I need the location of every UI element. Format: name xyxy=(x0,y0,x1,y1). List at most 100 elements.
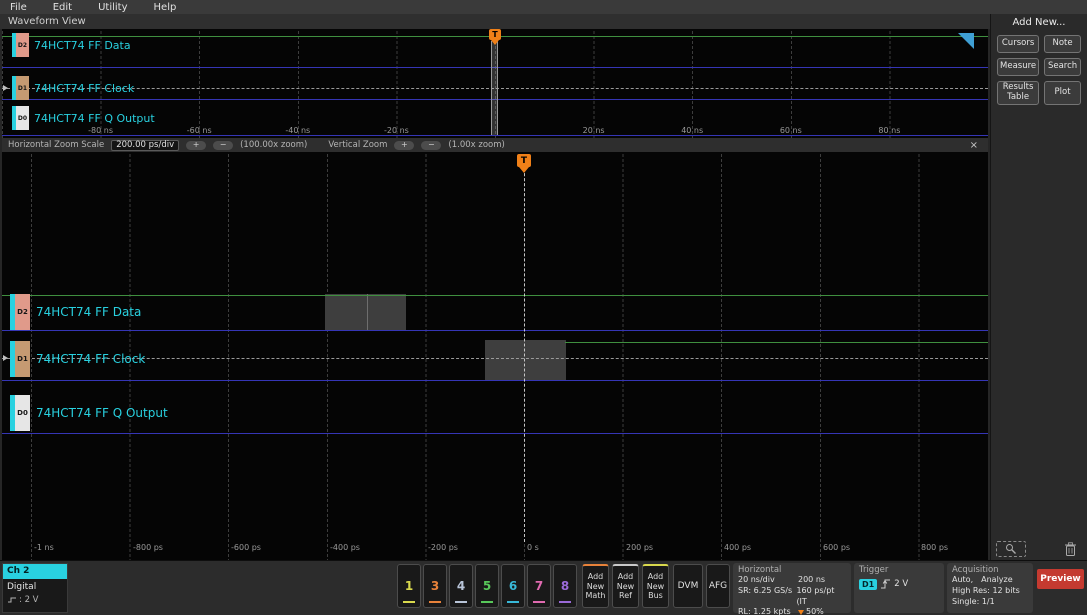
time-tick-label: -80 ns xyxy=(88,126,114,135)
channel-label: 74HCT74 FF Data xyxy=(34,38,131,52)
add-new-math-button[interactable]: Add New Math xyxy=(582,564,609,608)
search-button[interactable]: Search xyxy=(1044,58,1081,76)
time-tick-label: 800 ps xyxy=(921,543,949,552)
note-button[interactable]: Note xyxy=(1044,35,1081,53)
trigger-marker-icon[interactable]: T xyxy=(517,154,531,167)
zoom-toolbar: Horizontal Zoom Scale 200.00 ps/div + − … xyxy=(2,138,988,152)
corner-zoom-icon[interactable] xyxy=(958,33,974,49)
sample-rate: SR: 6.25 GS/s xyxy=(738,585,793,595)
channel-color-bar xyxy=(481,601,493,603)
channel-label-group-d0[interactable]: D0 74HCT74 FF Q Output xyxy=(12,106,155,130)
time-tick-label: -1 ns xyxy=(34,543,54,552)
menu-item-edit[interactable]: Edit xyxy=(53,2,72,13)
channel-chip-d0: D0 xyxy=(16,106,29,130)
acquisition-panel[interactable]: Acquisition Auto, Analyze High Res: 12 b… xyxy=(947,563,1033,613)
channel-button-label: 1 xyxy=(404,579,414,593)
trigger-panel[interactable]: Trigger D1 2 V xyxy=(854,563,944,613)
zoom-mode-button[interactable] xyxy=(996,541,1026,557)
channel-button-6[interactable]: 6 xyxy=(501,564,525,608)
trigger-marker-icon[interactable]: T xyxy=(489,29,501,40)
measure-button[interactable]: Measure xyxy=(997,58,1040,76)
trigger-source-chip: D1 xyxy=(859,578,878,590)
horizontal-panel[interactable]: Horizontal 20 ns/div 200 ns SR: 6.25 GS/… xyxy=(733,563,851,615)
vertical-zoom-label: Vertical Zoom xyxy=(328,140,388,150)
plot-button[interactable]: Plot xyxy=(1044,81,1081,105)
menu-item-file[interactable]: File xyxy=(10,2,27,13)
channel-chip-d2: D2 xyxy=(15,294,30,330)
channel-button-3[interactable]: 3 xyxy=(423,564,447,608)
channel-2-badge[interactable]: Ch 2 Digital : 2 V xyxy=(2,563,68,613)
channel-label-group-d1[interactable]: D1 74HCT74 FF Clock xyxy=(10,341,145,377)
add-new-ref-button[interactable]: Add New Ref xyxy=(612,564,639,608)
cursors-button[interactable]: Cursors xyxy=(997,35,1040,53)
clock-low-trace xyxy=(2,380,988,381)
v-zoom-plus-button[interactable]: + xyxy=(394,140,415,150)
results-table-button[interactable]: Results Table xyxy=(997,81,1040,105)
data-transition-edge xyxy=(367,294,368,331)
add-new-title: Add New... xyxy=(1012,17,1066,28)
trigger-position-line xyxy=(524,173,525,542)
channel-chip-d2: D2 xyxy=(16,33,29,57)
trigger-panel-title: Trigger xyxy=(859,565,889,575)
channel-label-group-d2[interactable]: D2 74HCT74 FF Data xyxy=(10,294,141,330)
trigger-source-arrow-icon xyxy=(3,85,8,91)
add-new-bus-button[interactable]: Add New Bus xyxy=(642,564,669,608)
trash-icon xyxy=(1065,542,1076,556)
data-low-trace xyxy=(2,330,988,331)
channel-button-4[interactable]: 4 xyxy=(449,564,473,608)
trigger-level: 2 V xyxy=(894,579,909,589)
dvm-button[interactable]: DVM xyxy=(673,564,703,608)
channel-chip-d1: D1 xyxy=(15,341,30,377)
horizontal-zoom-scale-label: Horizontal Zoom Scale xyxy=(8,140,105,150)
channel-label: 74HCT74 FF Q Output xyxy=(36,406,168,420)
tekscope-window: File Edit Utility Help Waveform View D2 … xyxy=(0,0,1087,615)
time-tick-label: -20 ns xyxy=(383,126,409,135)
channel-button-row: 1 3 4 5 6 7 8 xyxy=(397,564,577,608)
overview-waveform-area[interactable]: D2 74HCT74 FF Data D1 74HCT74 FF Clock D… xyxy=(2,29,988,138)
time-tick-label: -40 ns xyxy=(285,126,311,135)
channel-label-group-d2[interactable]: D2 74HCT74 FF Data xyxy=(12,33,131,57)
time-tick-label: 40 ns xyxy=(681,126,704,135)
channel-button-7[interactable]: 7 xyxy=(527,564,551,608)
h-zoom-readout: (100.00x zoom) xyxy=(240,140,308,150)
resolution: 160 ps/pt (IT xyxy=(796,585,835,606)
zoom-window-indicator[interactable] xyxy=(491,41,498,135)
v-zoom-minus-button[interactable]: − xyxy=(421,140,442,150)
waveform-view-header: Waveform View xyxy=(0,14,990,29)
channel-label-group-d0[interactable]: D0 74HCT74 FF Q Output xyxy=(10,395,168,431)
channel-button-label: 3 xyxy=(430,579,440,593)
channel-color-bar xyxy=(429,601,441,603)
data-high-trace xyxy=(2,295,988,296)
acquisition-panel-title: Acquisition xyxy=(952,565,999,575)
channel-color-bar xyxy=(507,601,519,603)
channel-button-1[interactable]: 1 xyxy=(397,564,421,608)
time-tick-label: 600 ps xyxy=(823,543,851,552)
channel-button-8[interactable]: 8 xyxy=(553,564,577,608)
record-length: RL: 1.25 kpts xyxy=(738,607,791,615)
channel-button-label: 6 xyxy=(508,579,518,593)
horizontal-zoom-scale-input[interactable]: 200.00 ps/div xyxy=(111,139,180,151)
zoom-waveform-area[interactable]: T D2 74HCT74 FF Data D1 74HCT74 FF Clock… xyxy=(2,152,988,560)
h-zoom-plus-button[interactable]: + xyxy=(186,140,207,150)
channel-button-5[interactable]: 5 xyxy=(475,564,499,608)
channel-2-threshold: : 2 V xyxy=(3,592,67,605)
channel-label-group-d1[interactable]: D1 74HCT74 FF Clock xyxy=(12,76,134,100)
channel-color-bar xyxy=(533,601,545,603)
time-tick-label: -60 ns xyxy=(186,126,212,135)
channel-button-label: 4 xyxy=(456,579,466,593)
preview-button[interactable]: Preview xyxy=(1037,569,1084,589)
channel-label: 74HCT74 FF Q Output xyxy=(34,111,155,125)
acquisition-resolution: High Res: 12 bits xyxy=(952,585,1020,595)
trash-button[interactable] xyxy=(1064,542,1077,557)
v-zoom-readout: (1.00x zoom) xyxy=(448,140,505,150)
channel-chip-d0: D0 xyxy=(15,395,30,431)
menu-item-help[interactable]: Help xyxy=(154,2,177,13)
close-icon[interactable]: × xyxy=(970,140,982,151)
afg-button[interactable]: AFG xyxy=(706,564,730,608)
threshold-step-icon xyxy=(8,597,16,603)
horizontal-duration: 200 ns xyxy=(798,575,826,584)
time-tick-label: -600 ps xyxy=(231,543,261,552)
clock-high-trace xyxy=(565,342,988,343)
h-zoom-minus-button[interactable]: − xyxy=(213,140,234,150)
menu-item-utility[interactable]: Utility xyxy=(98,2,127,13)
